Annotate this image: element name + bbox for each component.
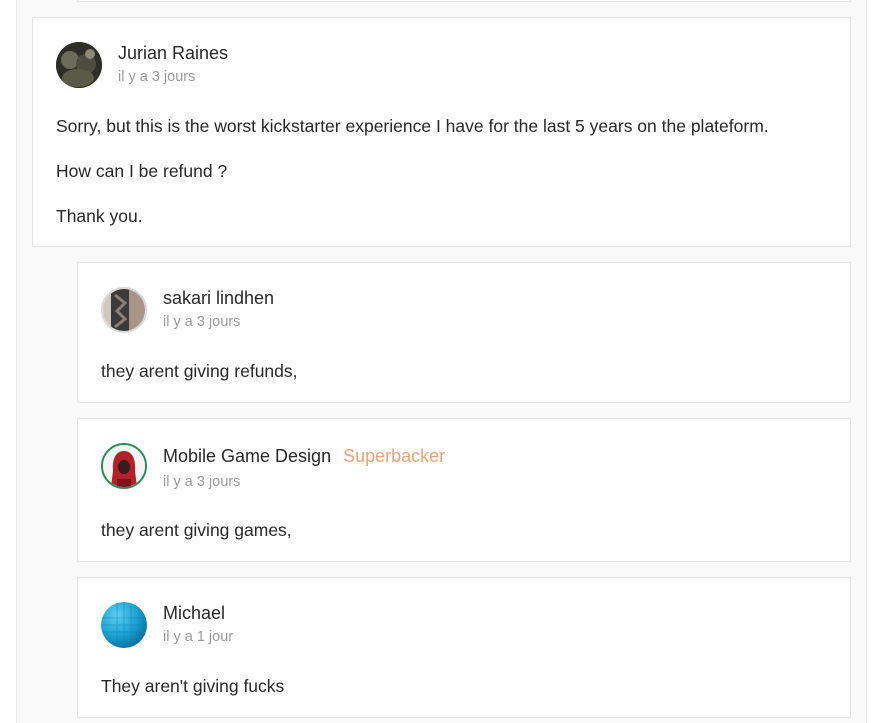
comment-text: Thank you. (56, 206, 143, 226)
reply-author-name[interactable]: Mobile Game Design (163, 446, 331, 466)
reply-card: Mobile Game Design Superbacker il y a 3 j… (77, 418, 851, 562)
comment-card: Jurian Raines il y a 3 jours Sorry, but … (32, 17, 851, 247)
reply-timestamp[interactable]: il y a 3 jours (163, 314, 240, 330)
avatar[interactable] (101, 602, 147, 648)
previous-reply-card-edge (77, 0, 851, 2)
reply-card: Michael il y a 1 jour They aren't giving… (77, 577, 851, 718)
reply-author[interactable]: Michael (163, 603, 225, 624)
avatar[interactable] (56, 42, 102, 88)
reply-timestamp[interactable]: il y a 1 jour (163, 629, 233, 645)
comment-author[interactable]: Jurian Raines (118, 43, 228, 64)
reply-author[interactable]: sakari lindhen (163, 288, 274, 309)
comment-text: How can I be refund ? (56, 161, 228, 181)
avatar[interactable] (101, 443, 147, 489)
reply-text: they arent giving games, (101, 520, 292, 540)
red-hood-avatar-icon (103, 445, 145, 487)
reply-text: They aren't giving fucks (101, 676, 285, 696)
avatar[interactable] (101, 287, 147, 333)
reply-card: sakari lindhen il y a 3 jours they arent… (77, 262, 851, 403)
reply-text: they arent giving refunds, (101, 361, 298, 381)
tattoo-photo-avatar-icon (103, 289, 145, 331)
blue-sphere-avatar-icon (101, 602, 147, 648)
user-photo-dark-avatar-icon (56, 42, 102, 88)
reply-author[interactable]: Mobile Game Design Superbacker (163, 446, 445, 467)
comment-text: Sorry, but this is the worst kickstarter… (56, 116, 769, 136)
comment-timestamp[interactable]: il y a 3 jours (118, 69, 195, 85)
superbacker-badge: Superbacker (343, 446, 446, 466)
reply-timestamp[interactable]: il y a 3 jours (163, 474, 240, 490)
